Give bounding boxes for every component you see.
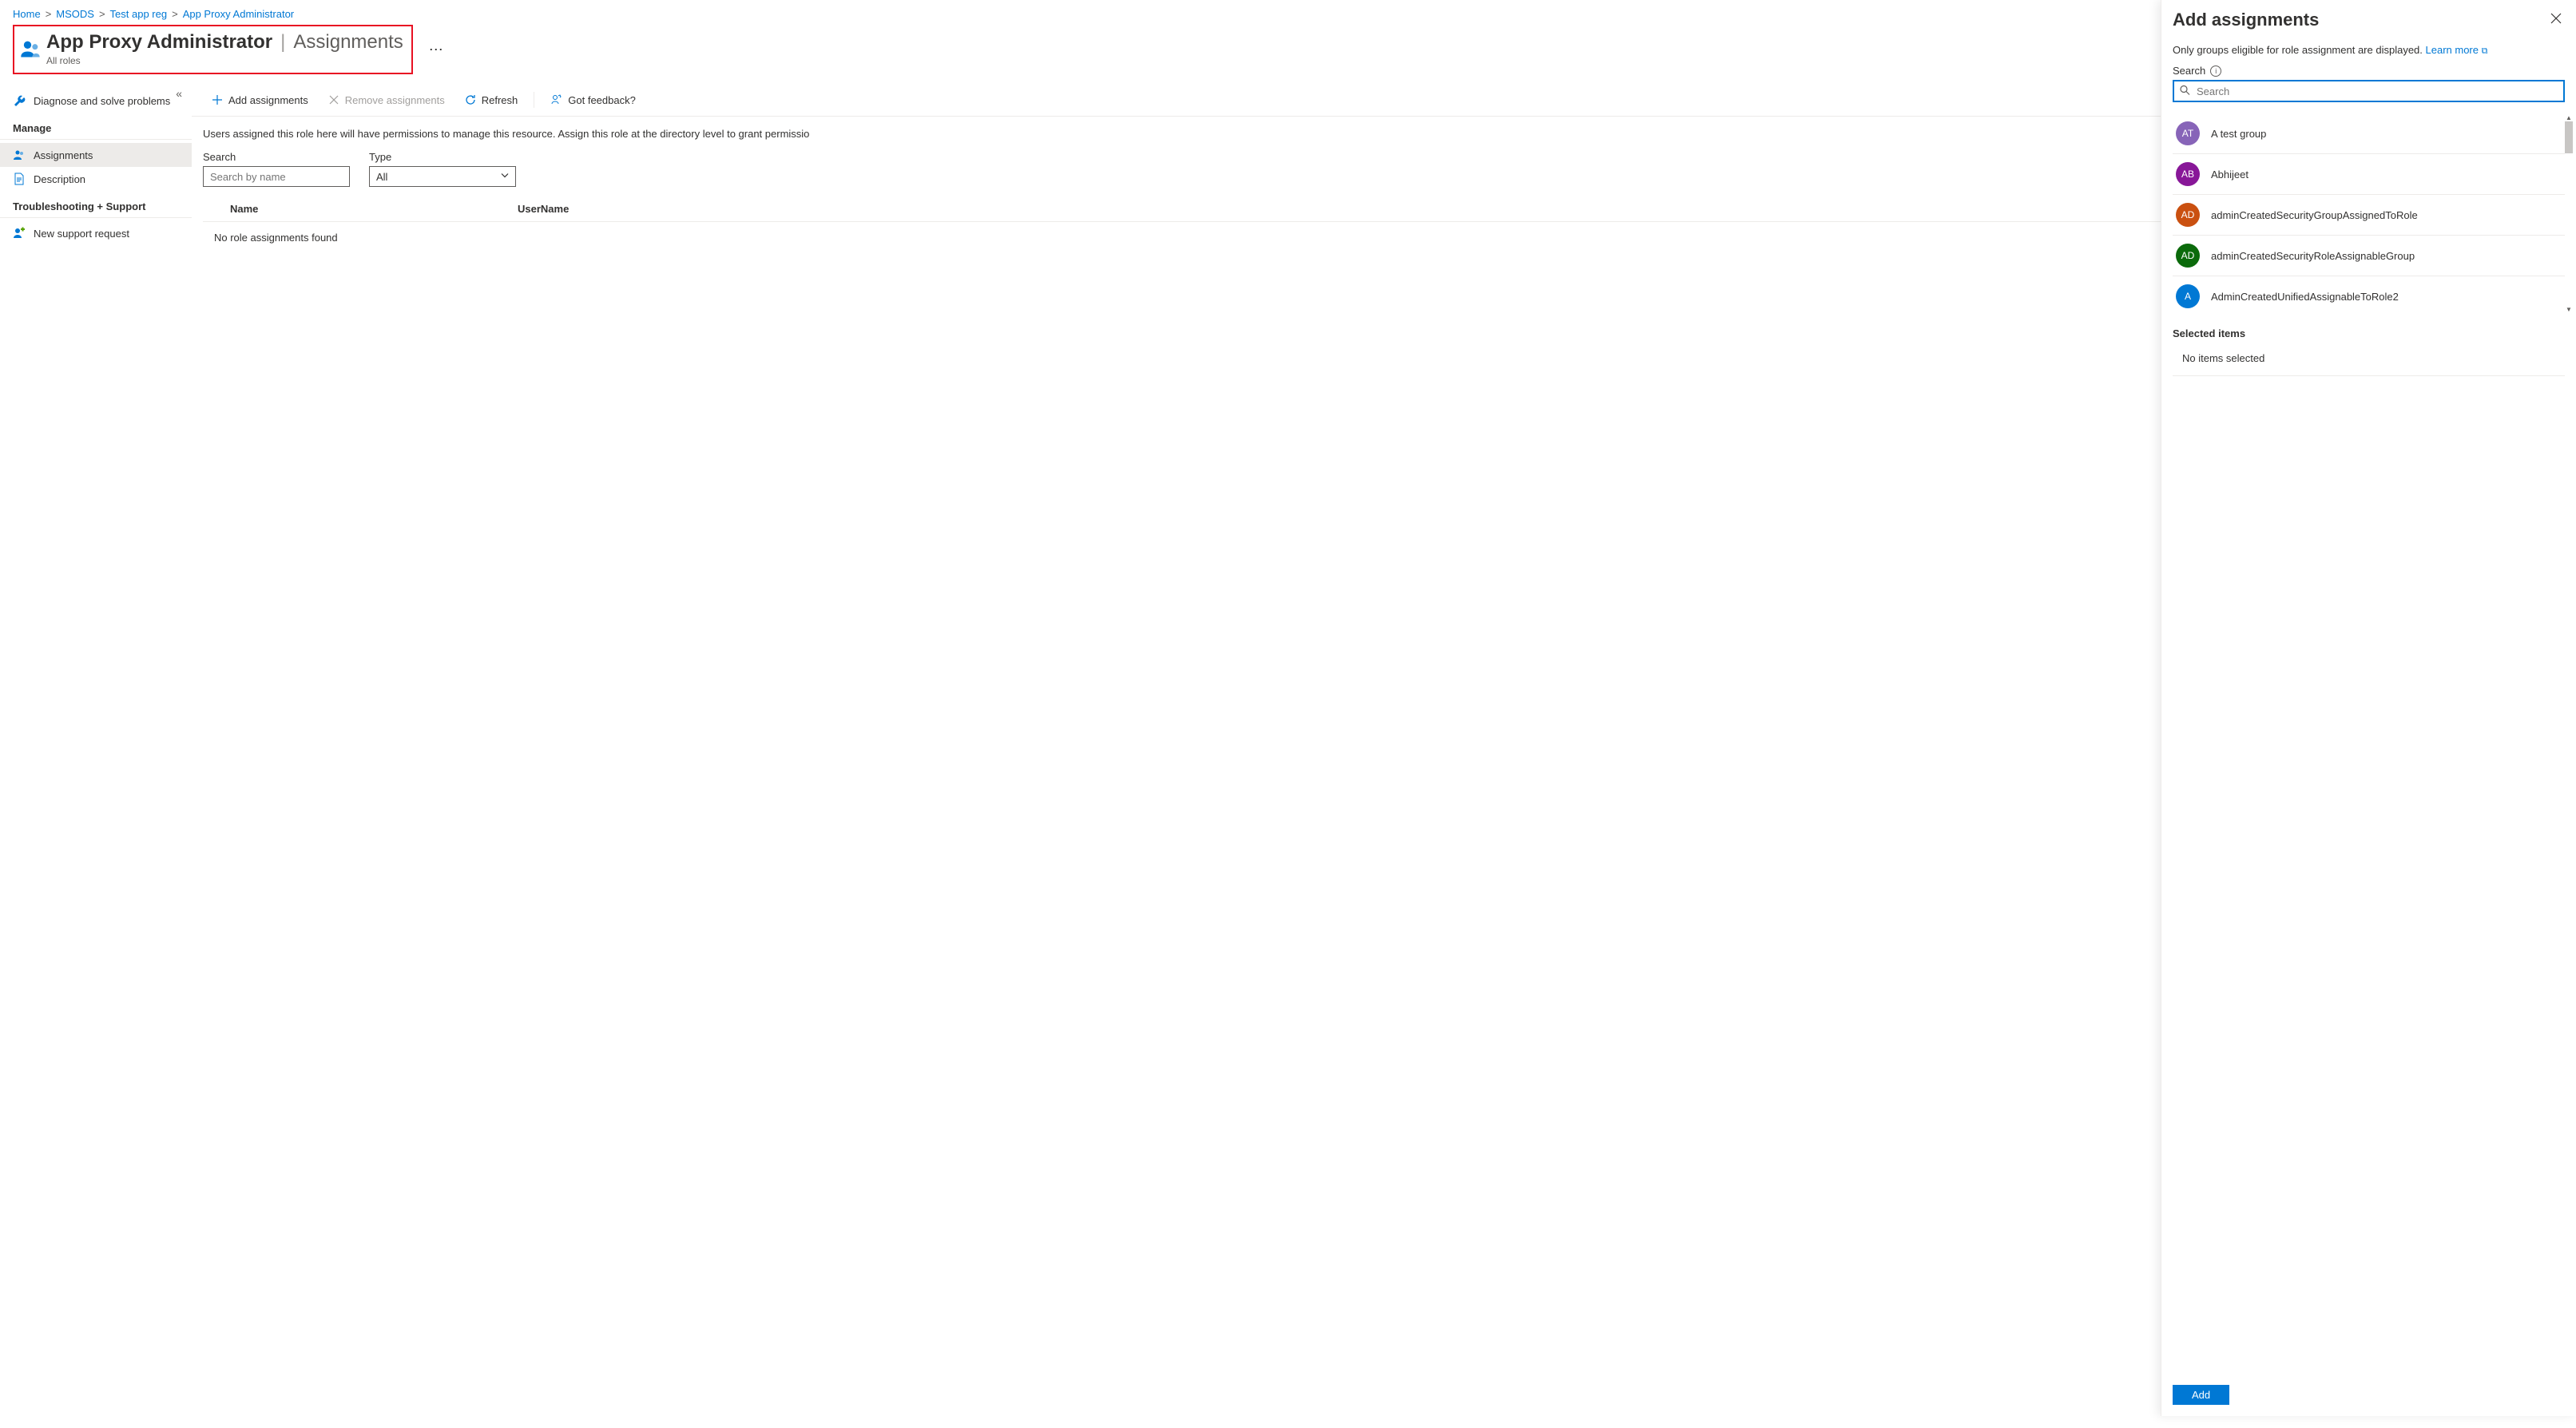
- selected-items-header: Selected items: [2173, 327, 2565, 339]
- toolbar-label: Got feedback?: [568, 94, 636, 106]
- crumb-app-proxy-admin[interactable]: App Proxy Administrator: [183, 8, 294, 20]
- group-name: adminCreatedSecurityGroupAssignedToRole: [2211, 209, 2418, 221]
- type-label: Type: [369, 151, 516, 163]
- scrollbar-thumb[interactable]: [2565, 121, 2573, 153]
- avatar: AB: [2176, 162, 2200, 186]
- info-icon[interactable]: i: [2210, 65, 2221, 77]
- group-item[interactable]: AD adminCreatedSecurityRoleAssignableGrou…: [2173, 236, 2565, 276]
- type-value: All: [376, 171, 387, 183]
- crumb-sep: >: [99, 8, 105, 20]
- page-caption: All roles: [46, 55, 403, 66]
- col-name-header[interactable]: Name: [230, 203, 518, 215]
- add-assignments-blade: Add assignments Only groups eligible for…: [2161, 0, 2576, 1416]
- people-icon: [19, 38, 42, 60]
- avatar: AD: [2176, 203, 2200, 227]
- refresh-button[interactable]: Refresh: [456, 89, 526, 111]
- page-subtitle: Assignments: [293, 31, 403, 54]
- toolbar-label: Add assignments: [228, 94, 308, 106]
- selected-items-empty: No items selected: [2173, 347, 2565, 376]
- page-title-box: App Proxy Administrator | Assignments Al…: [13, 25, 413, 74]
- sidebar-label: Assignments: [34, 149, 93, 161]
- avatar: AD: [2176, 244, 2200, 268]
- sidebar-label: Description: [34, 173, 85, 185]
- remove-assignments-button: Remove assignments: [320, 89, 453, 111]
- title-separator: |: [280, 31, 285, 54]
- page-title: App Proxy Administrator: [46, 31, 272, 54]
- wrench-icon: [13, 94, 26, 107]
- toolbar-label: Remove assignments: [345, 94, 445, 106]
- group-item[interactable]: AB Abhijeet: [2173, 154, 2565, 195]
- sidebar-item-support[interactable]: New support request: [0, 221, 192, 245]
- blade-search-label: Search: [2173, 65, 2205, 77]
- sidebar-item-diagnose[interactable]: Diagnose and solve problems: [0, 89, 192, 113]
- avatar: AT: [2176, 121, 2200, 145]
- sidebar-label: Diagnose and solve problems: [34, 95, 170, 107]
- blade-info-text: Only groups eligible for role assignment…: [2173, 44, 2565, 57]
- blade-search-input[interactable]: [2173, 80, 2565, 102]
- crumb-sep: >: [46, 8, 52, 20]
- add-assignments-button[interactable]: Add assignments: [203, 89, 316, 111]
- sidebar-label: New support request: [34, 228, 129, 240]
- feedback-button[interactable]: Got feedback?: [542, 89, 644, 111]
- plus-icon: [211, 93, 224, 106]
- type-select[interactable]: All: [369, 166, 516, 187]
- sidebar: « Diagnose and solve problems Manage Ass…: [0, 84, 192, 1428]
- search-input[interactable]: [203, 166, 350, 187]
- group-item[interactable]: AD adminCreatedSecurityGroupAssignedToRol…: [2173, 195, 2565, 236]
- feedback-icon: [550, 93, 563, 106]
- blade-title: Add assignments: [2173, 10, 2319, 30]
- crumb-home[interactable]: Home: [13, 8, 41, 20]
- group-list[interactable]: AT A test group AB Abhijeet AD adminCreatedSe…: [2173, 113, 2565, 313]
- scroll-up-icon[interactable]: ▲: [2565, 113, 2573, 121]
- document-icon: [13, 173, 26, 185]
- group-name: A test group: [2211, 128, 2266, 140]
- external-link-icon: ⧉: [2482, 46, 2488, 56]
- sidebar-section-troubleshoot: Troubleshooting + Support: [0, 191, 192, 218]
- more-button[interactable]: ⋯: [423, 38, 450, 61]
- people-icon: [13, 149, 26, 161]
- x-icon: [327, 93, 340, 106]
- group-name: adminCreatedSecurityRoleAssignableGroup: [2211, 250, 2415, 262]
- add-button[interactable]: Add: [2173, 1385, 2229, 1405]
- toolbar-label: Refresh: [482, 94, 518, 106]
- scroll-down-icon[interactable]: ▼: [2565, 305, 2573, 313]
- sidebar-section-manage: Manage: [0, 113, 192, 140]
- search-icon: [2179, 85, 2190, 98]
- sidebar-item-description[interactable]: Description: [0, 167, 192, 191]
- group-name: Abhijeet: [2211, 169, 2249, 180]
- collapse-sidebar-button[interactable]: «: [176, 87, 182, 100]
- sidebar-item-assignments[interactable]: Assignments: [0, 143, 192, 167]
- crumb-msods[interactable]: MSODS: [56, 8, 94, 20]
- group-item[interactable]: A AdminCreatedUnifiedAssignableToRole2: [2173, 276, 2565, 313]
- support-icon: [13, 227, 26, 240]
- avatar: A: [2176, 284, 2200, 308]
- refresh-icon: [464, 93, 477, 106]
- close-button[interactable]: [2547, 10, 2565, 31]
- group-item[interactable]: AT A test group: [2173, 113, 2565, 154]
- crumb-sep: >: [172, 8, 178, 20]
- search-label: Search: [203, 151, 350, 163]
- group-name: AdminCreatedUnifiedAssignableToRole2: [2211, 291, 2399, 303]
- learn-more-link[interactable]: Learn more ⧉: [2426, 44, 2488, 56]
- scrollbar[interactable]: ▲ ▼: [2565, 113, 2573, 313]
- crumb-test-app-reg[interactable]: Test app reg: [110, 8, 168, 20]
